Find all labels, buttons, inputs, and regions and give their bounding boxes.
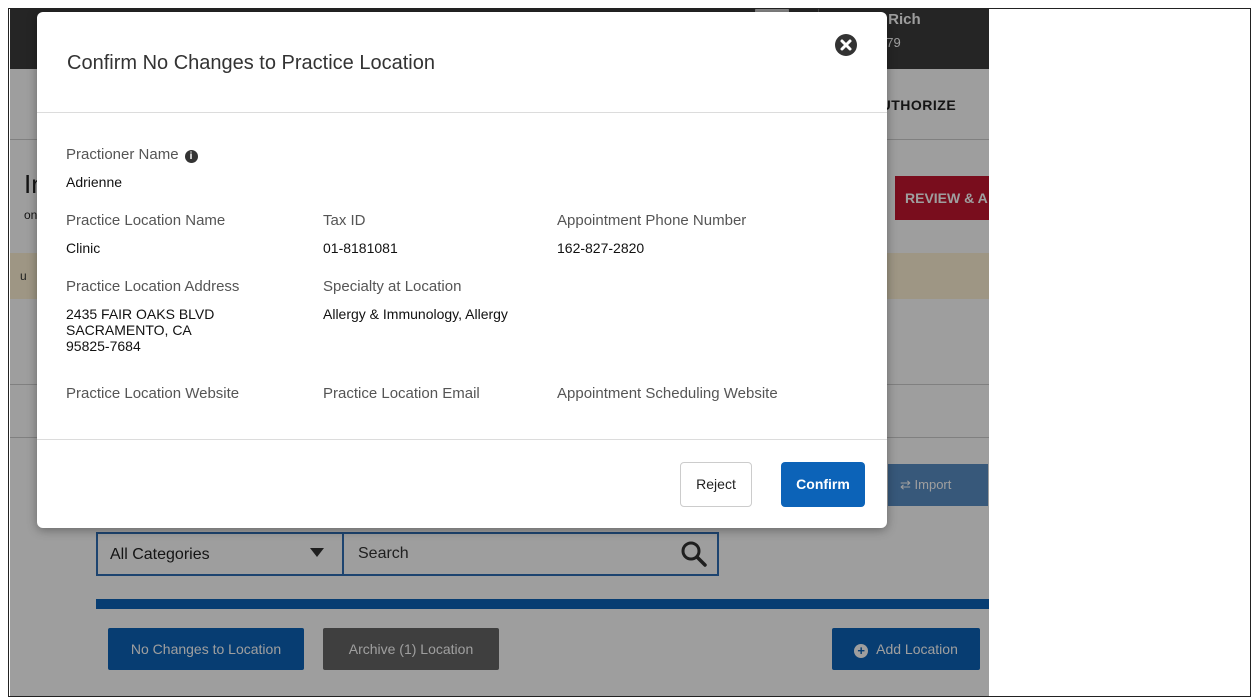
app-background: Adrienne Rich ID# 27914479 AUTHORIZE In … — [10, 9, 989, 696]
specialty-value: Allergy & Immunology, Allergy — [323, 306, 508, 322]
address-line-1: 2435 FAIR OAKS BLVD — [66, 306, 215, 322]
practice-location-website-label: Practice Location Website — [66, 385, 240, 402]
specialty-label: Specialty at Location — [323, 278, 462, 295]
appointment-scheduling-website-label: Appointment Scheduling Website — [557, 385, 778, 402]
close-icon[interactable] — [835, 34, 857, 56]
practice-location-email-label: Practice Location Email — [323, 385, 480, 402]
tax-id-label: Tax ID — [323, 212, 366, 229]
practice-location-address-label: Practice Location Address — [66, 278, 240, 295]
tax-id-value: 01-8181081 — [323, 240, 398, 256]
appointment-phone-value: 162-827-2820 — [557, 240, 645, 256]
page-frame: Adrienne Rich ID# 27914479 AUTHORIZE In … — [8, 8, 1251, 697]
info-icon[interactable]: i — [184, 150, 198, 163]
appointment-phone-label: Appointment Phone Number — [557, 212, 747, 229]
reject-button[interactable]: Reject — [680, 462, 752, 507]
dialog-title: Confirm No Changes to Practice Location — [67, 52, 435, 74]
confirm-button[interactable]: Confirm — [781, 462, 865, 507]
dialog-divider — [37, 112, 887, 113]
address-line-3: 95825-7684 — [66, 338, 141, 354]
practitioner-name-value: Adrienne — [66, 174, 123, 190]
confirm-dialog: Confirm No Changes to Practice Location … — [37, 12, 887, 528]
practice-location-name-label: Practice Location Name — [66, 212, 226, 229]
practice-location-name-value: Clinic — [66, 240, 101, 256]
address-line-2: SACRAMENTO, CA — [66, 322, 192, 338]
dialog-footer-divider — [37, 439, 887, 440]
practitioner-name-label: Practioner Name i — [66, 146, 198, 163]
